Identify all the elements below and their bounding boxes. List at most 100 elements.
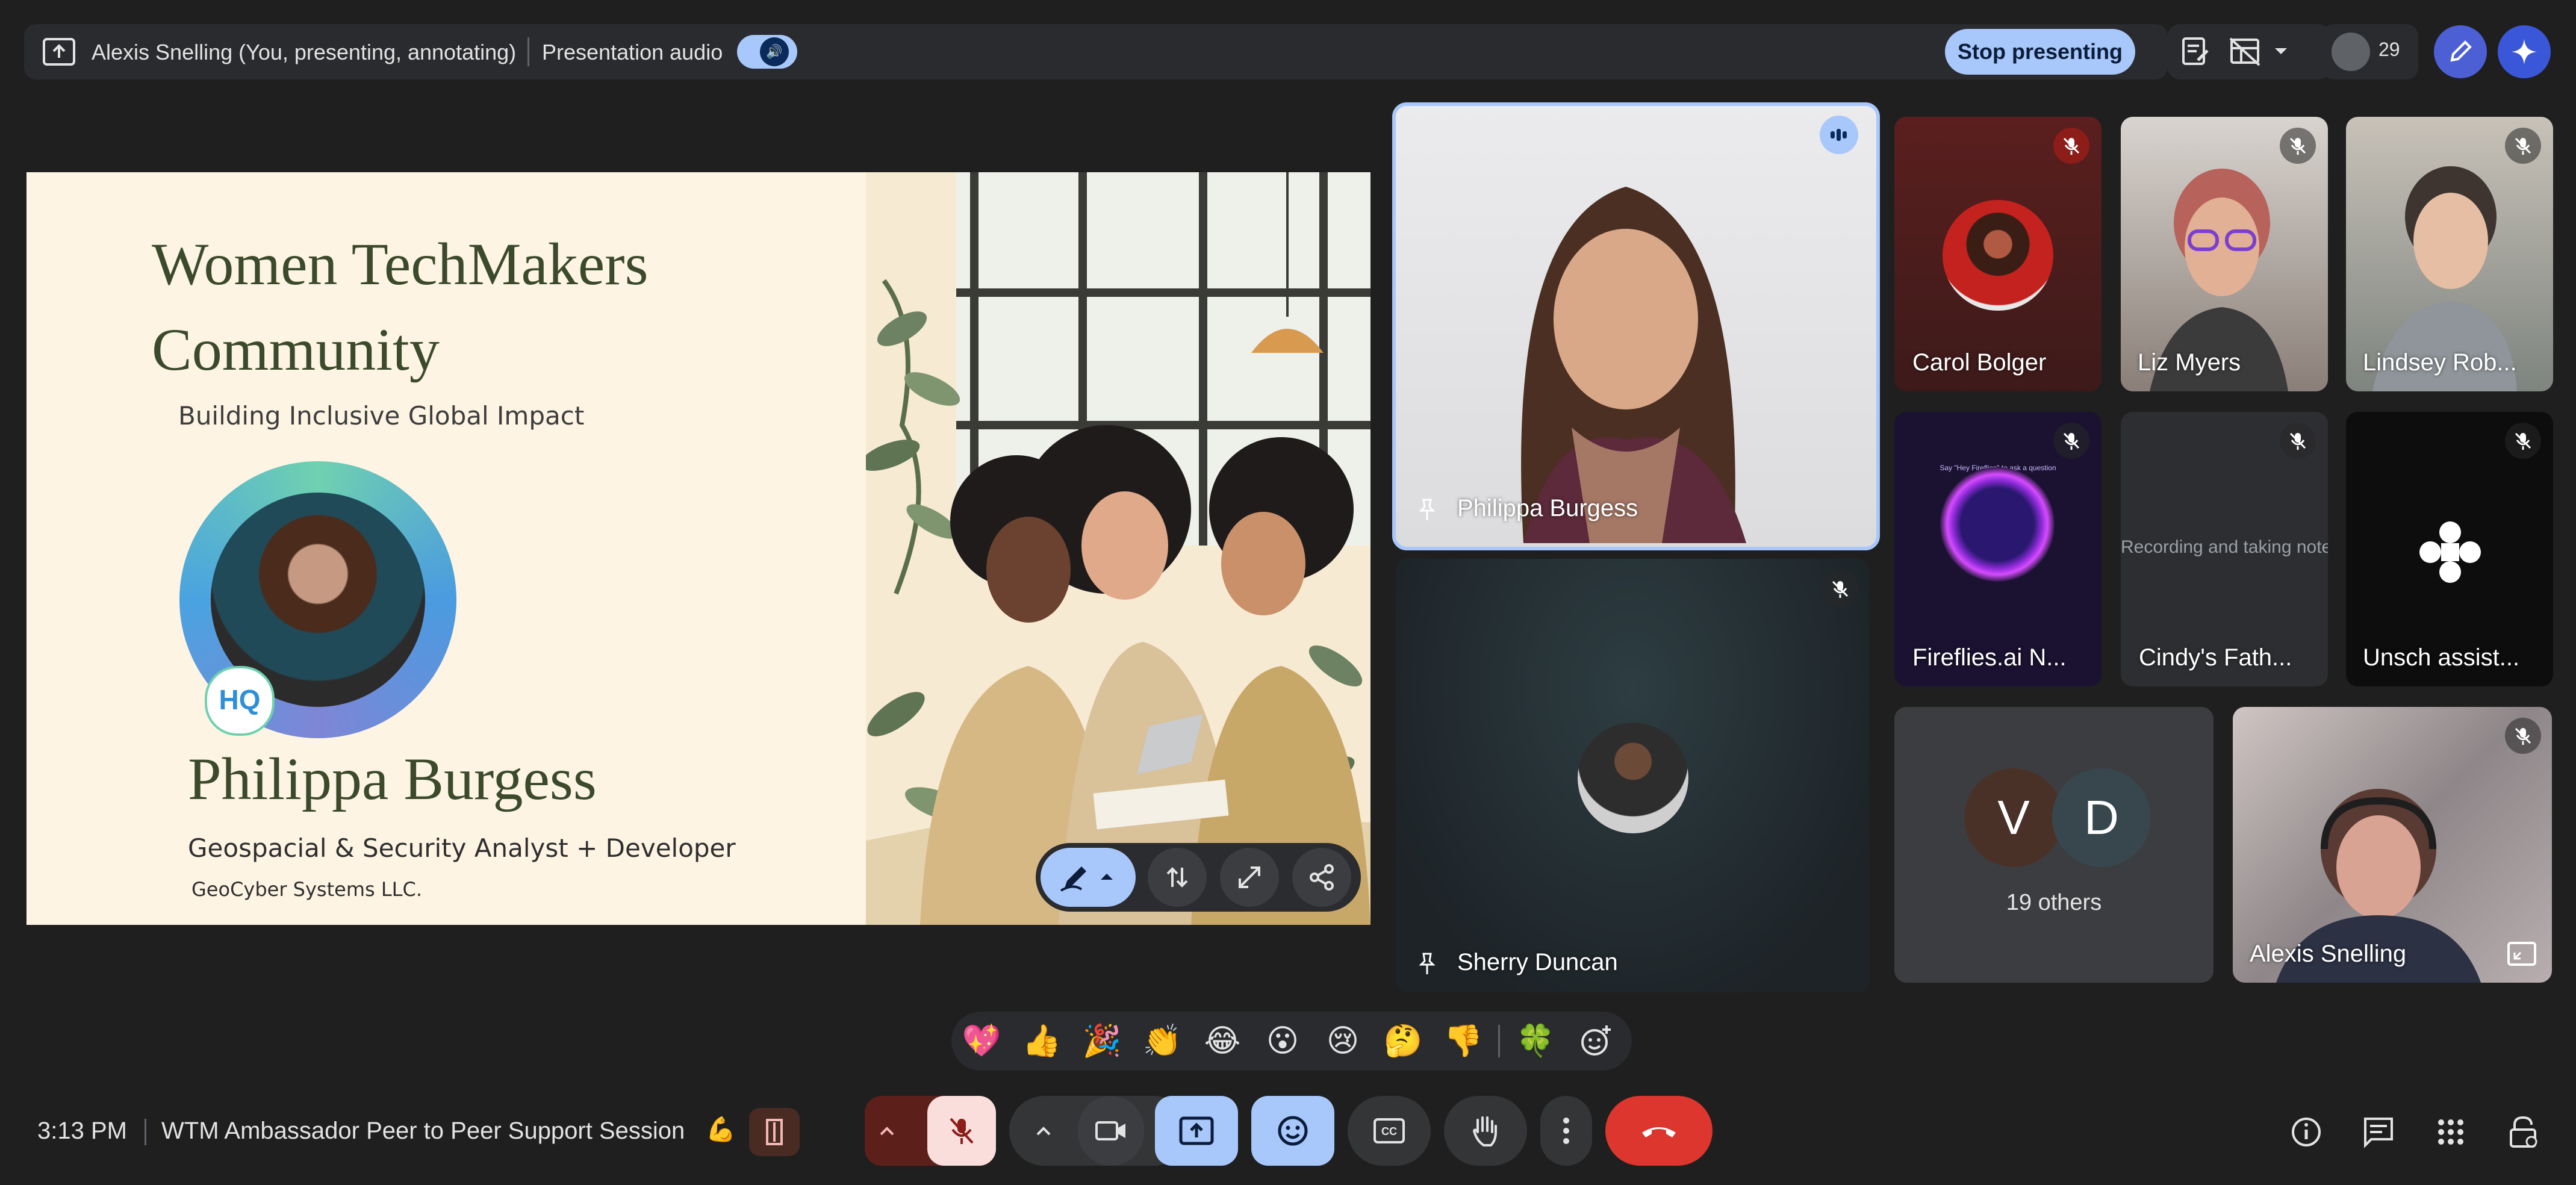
participant-name: Lindsey Rob...: [2363, 349, 2517, 376]
reaction-sad[interactable]: 😢: [1321, 1021, 1364, 1061]
participant-video: [1433, 138, 1818, 543]
reaction-thumbs-up[interactable]: 👍: [1020, 1021, 1063, 1061]
present-now-button[interactable]: [1155, 1096, 1238, 1166]
activities-button[interactable]: [2433, 1114, 2469, 1150]
slide-title: Women TechMakers Community: [152, 222, 838, 393]
meeting-title-emoji: 💪: [706, 1116, 736, 1143]
divider: [527, 37, 529, 66]
reaction-party[interactable]: 🎉: [1080, 1021, 1124, 1061]
mic-options-button[interactable]: [871, 1115, 903, 1148]
picture-in-picture-icon[interactable]: [2506, 941, 2537, 967]
reaction-thumbs-down[interactable]: 👎: [1442, 1021, 1485, 1061]
camera-options-button[interactable]: [1027, 1115, 1060, 1148]
mic-off-icon: [2280, 128, 2316, 164]
chevron-down-icon[interactable]: [2269, 42, 2293, 60]
notes-icon[interactable]: [2180, 36, 2210, 66]
reactions-button[interactable]: [1251, 1096, 1334, 1166]
closed-captions-icon: CC: [1374, 1118, 1405, 1143]
participant-name: Sherry Duncan: [1457, 949, 1618, 975]
captions-button[interactable]: CC: [1348, 1096, 1431, 1166]
participant-name: Liz Myers: [2138, 349, 2241, 376]
divider: [1498, 1025, 1500, 1057]
gemini-button[interactable]: [2498, 25, 2551, 78]
leave-call-button[interactable]: [1605, 1096, 1713, 1166]
call-end-icon: [1642, 1127, 1676, 1137]
recording-status-text: Recording and taking notes: [2121, 537, 2328, 557]
svg-text:CC: CC: [1381, 1125, 1397, 1137]
reaction-clap[interactable]: 👏: [1140, 1021, 1184, 1061]
annotation-share-button[interactable]: [1292, 848, 1351, 907]
slide-title-line: Community: [152, 316, 440, 383]
participants-avatar-stack: [2332, 33, 2370, 71]
add-emoji-icon: [1581, 1025, 1611, 1056]
mic-off-icon: [2053, 128, 2089, 164]
hq-badge: HQ: [205, 666, 275, 736]
more-vert-icon: [1563, 1118, 1569, 1144]
stop-presenting-button[interactable]: Stop presenting: [1945, 29, 2135, 75]
presenting-status-text: Alexis Snelling (You, presenting, annota…: [92, 40, 517, 64]
participant-name: Cindy's Fath...: [2139, 644, 2292, 671]
annotation-move-button[interactable]: [1148, 848, 1207, 907]
emoji-icon: [1278, 1116, 1308, 1146]
layout-off-icon[interactable]: [2228, 36, 2262, 66]
mic-off-icon: [2053, 423, 2089, 459]
lock-person-icon: [2510, 1116, 2537, 1148]
move-icon: [1166, 867, 1188, 888]
chat-button[interactable]: [2360, 1114, 2397, 1150]
fireflies-logo-orb: [1940, 467, 2055, 582]
reaction-laugh[interactable]: 😂: [1201, 1021, 1244, 1061]
chevron-up-icon: [880, 1127, 894, 1136]
reaction-clover[interactable]: 🍀: [1514, 1021, 1557, 1061]
reaction-thinking[interactable]: 🤔: [1381, 1021, 1425, 1061]
expand-icon: [1239, 866, 1260, 888]
chat-icon: [2364, 1118, 2393, 1148]
annotation-pen-button[interactable]: [1041, 848, 1136, 907]
participant-name: Philippa Burgess: [1457, 495, 1638, 521]
raise-hand-button[interactable]: [1444, 1096, 1527, 1166]
door-icon: [766, 1119, 783, 1145]
meeting-details-button[interactable]: [2288, 1114, 2324, 1150]
participant-name: Fireflies.ai N...: [1912, 644, 2067, 671]
avatar: [1943, 200, 2053, 311]
host-controls-button[interactable]: [2505, 1114, 2541, 1150]
women-collaborating-illustration: [860, 172, 1370, 925]
pencil-icon: [2450, 40, 2472, 62]
present-to-all-icon: [42, 37, 76, 66]
info-icon: [2292, 1118, 2321, 1146]
presentation-audio-label: Presentation audio: [542, 40, 723, 64]
video-camera-icon: [1095, 1121, 1125, 1140]
more-options-button[interactable]: [1540, 1096, 1592, 1166]
annotation-fullscreen-button[interactable]: [1220, 848, 1279, 907]
pen-icon: [1060, 866, 1113, 892]
sparkle-icon: [2512, 39, 2537, 64]
pin-icon[interactable]: [1415, 951, 1439, 975]
camera-toggle-button[interactable]: [1078, 1096, 1144, 1166]
mic-off-icon: [950, 1118, 974, 1144]
assistant-logo-icon: [2417, 519, 2483, 585]
participant-count: 29: [2378, 39, 2400, 60]
add-reaction-button[interactable]: [1574, 1021, 1617, 1061]
apps-grid-icon: [2438, 1119, 2463, 1145]
avatar: V: [1964, 768, 2063, 867]
annotate-button[interactable]: [2434, 25, 2487, 78]
share-icon: [1310, 864, 1334, 891]
divider: [145, 1119, 146, 1145]
reaction-surprised[interactable]: 😮: [1261, 1021, 1304, 1061]
mic-toggle-button[interactable]: [927, 1096, 996, 1166]
participant-name: Alexis Snelling: [2250, 941, 2407, 967]
meeting-title: WTM Ambassador Peer to Peer Support Sess…: [161, 1118, 685, 1144]
mic-off-icon: [2280, 423, 2316, 459]
slide-speaker-company: GeoCyber Systems LLC.: [191, 878, 423, 901]
avatar: D: [2052, 768, 2151, 867]
slide-title-line: Women TechMakers: [152, 231, 649, 297]
current-time: 3:13 PM: [37, 1118, 127, 1144]
breakout-room-button[interactable]: [749, 1108, 800, 1156]
slide-speaker-role: Geospacial & Security Analyst + Develope…: [188, 833, 736, 863]
mic-off-icon: [2505, 423, 2541, 459]
speaking-indicator-icon: [1820, 116, 1858, 154]
participant-name: Unsch assist...: [2363, 644, 2520, 671]
reaction-sparkling-heart[interactable]: 💖: [960, 1021, 1003, 1061]
participant-name: Carol Bolger: [1912, 349, 2047, 376]
pin-icon[interactable]: [1415, 497, 1439, 521]
raise-hand-icon: [1472, 1116, 1497, 1146]
